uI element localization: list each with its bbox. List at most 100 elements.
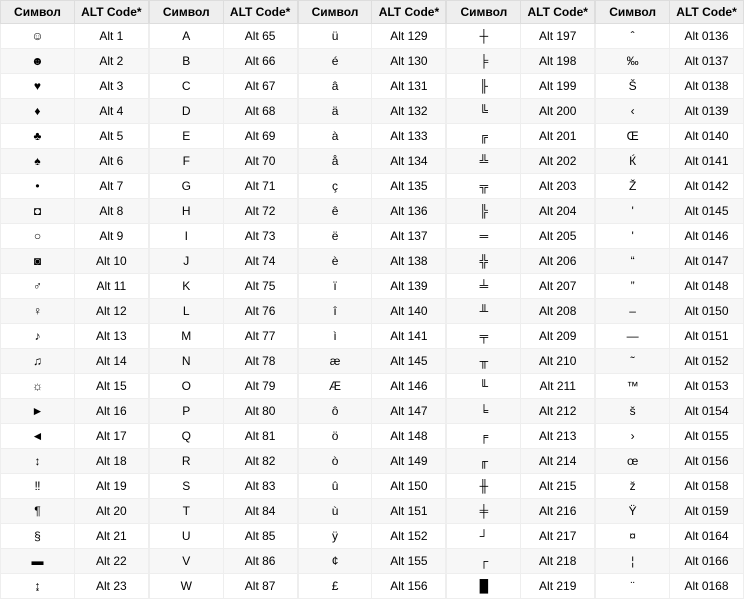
symbol-cell: █	[447, 574, 521, 599]
symbol-cell: D	[149, 99, 223, 124]
table-row: £Alt 156	[298, 574, 446, 599]
symbol-cell: ╘	[447, 399, 521, 424]
code-cell: Alt 131	[372, 74, 446, 99]
symbol-cell: ╤	[447, 324, 521, 349]
table-row: üAlt 129	[298, 24, 446, 49]
code-cell: Alt 21	[74, 524, 148, 549]
table-row: ◙Alt 10	[1, 249, 149, 274]
symbol-cell: ÿ	[298, 524, 372, 549]
code-cell: Alt 12	[74, 299, 148, 324]
table-row: žAlt 0158	[596, 474, 744, 499]
table-row: ♥Alt 3	[1, 74, 149, 99]
table-row: OAlt 79	[149, 374, 297, 399]
symbol-cell: ♠	[1, 149, 75, 174]
code-cell: Alt 81	[223, 424, 297, 449]
symbol-cell: §	[1, 524, 75, 549]
code-cell: Alt 68	[223, 99, 297, 124]
code-cell: Alt 219	[521, 574, 595, 599]
table-row: ☻Alt 2	[1, 49, 149, 74]
symbol-cell: ¦	[596, 549, 670, 574]
table-row: ›Alt 0155	[596, 424, 744, 449]
column-block-2: Символ ALT Code* AAlt 65BAlt 66CAlt 67DA…	[149, 0, 298, 599]
table-row: ЌAlt 0141	[596, 149, 744, 174]
table-row: ╦Alt 203	[447, 174, 595, 199]
code-cell: Alt 149	[372, 449, 446, 474]
table-row: ûAlt 150	[298, 474, 446, 499]
symbol-cell: S	[149, 474, 223, 499]
table-row: UAlt 85	[149, 524, 297, 549]
column-block-5: Символ ALT Code* ˆAlt 0136‰Alt 0137ŠAlt …	[595, 0, 744, 599]
symbol-cell: Š	[596, 74, 670, 99]
column-block-1: Символ ALT Code* ☺Alt 1☻Alt 2♥Alt 3♦Alt …	[0, 0, 149, 599]
code-cell: Alt 85	[223, 524, 297, 549]
table-row: MAlt 77	[149, 324, 297, 349]
code-cell: Alt 0142	[670, 174, 744, 199]
table-row: ♦Alt 4	[1, 99, 149, 124]
code-cell: Alt 130	[372, 49, 446, 74]
table-row: ™Alt 0153	[596, 374, 744, 399]
code-cell: Alt 145	[372, 349, 446, 374]
table-row: ¦Alt 0166	[596, 549, 744, 574]
table-row: ♪Alt 13	[1, 324, 149, 349]
symbol-cell: ▬	[1, 549, 75, 574]
symbol-cell: î	[298, 299, 372, 324]
code-cell: Alt 0151	[670, 324, 744, 349]
symbol-cell: ù	[298, 499, 372, 524]
table-row: æAlt 145	[298, 349, 446, 374]
symbol-cell: ♪	[1, 324, 75, 349]
table-row: CAlt 67	[149, 74, 297, 99]
table-row: ÆAlt 146	[298, 374, 446, 399]
table-row: ╪Alt 216	[447, 499, 595, 524]
table-row: NAlt 78	[149, 349, 297, 374]
code-cell: Alt 86	[223, 549, 297, 574]
table-row: 'Alt 0145	[596, 199, 744, 224]
table-row: ¤Alt 0164	[596, 524, 744, 549]
symbol-cell: ï	[298, 274, 372, 299]
symbol-cell: ↨	[1, 574, 75, 599]
code-cell: Alt 136	[372, 199, 446, 224]
header-symbol: Символ	[447, 1, 521, 24]
table-row: ╤Alt 209	[447, 324, 595, 349]
symbol-cell: W	[149, 574, 223, 599]
symbol-cell: ¨	[596, 574, 670, 599]
table-row: RAlt 82	[149, 449, 297, 474]
code-cell: Alt 197	[521, 24, 595, 49]
code-cell: Alt 203	[521, 174, 595, 199]
column-block-3: Символ ALT Code* üAlt 129éAlt 130âAlt 13…	[298, 0, 447, 599]
table-row: BAlt 66	[149, 49, 297, 74]
symbol-cell: š	[596, 399, 670, 424]
table-row: ◘Alt 8	[1, 199, 149, 224]
code-cell: Alt 15	[74, 374, 148, 399]
table-row: ╞Alt 198	[447, 49, 595, 74]
symbol-cell: ╓	[447, 449, 521, 474]
symbol-cell: E	[149, 124, 223, 149]
table-row: îAlt 140	[298, 299, 446, 324]
code-cell: Alt 2	[74, 49, 148, 74]
symbol-cell: ┘	[447, 524, 521, 549]
code-cell: Alt 213	[521, 424, 595, 449]
code-cell: Alt 199	[521, 74, 595, 99]
symbol-cell: ô	[298, 399, 372, 424]
code-cell: Alt 0158	[670, 474, 744, 499]
code-cell: Alt 18	[74, 449, 148, 474]
table-row: ╟Alt 199	[447, 74, 595, 99]
code-cell: Alt 132	[372, 99, 446, 124]
code-cell: Alt 75	[223, 274, 297, 299]
symbol-cell: ♫	[1, 349, 75, 374]
code-cell: Alt 0141	[670, 149, 744, 174]
header-code: ALT Code*	[521, 1, 595, 24]
table-row: ŒAlt 0140	[596, 124, 744, 149]
symbol-cell: û	[298, 474, 372, 499]
code-cell: Alt 0152	[670, 349, 744, 374]
code-cell: Alt 129	[372, 24, 446, 49]
table-row: ╬Alt 206	[447, 249, 595, 274]
code-cell: Alt 9	[74, 224, 148, 249]
table-row: ╒Alt 213	[447, 424, 595, 449]
code-cell: Alt 67	[223, 74, 297, 99]
symbol-cell: ┼	[447, 24, 521, 49]
code-cell: Alt 0156	[670, 449, 744, 474]
header-symbol: Символ	[149, 1, 223, 24]
code-cell: Alt 134	[372, 149, 446, 174]
code-cell: Alt 7	[74, 174, 148, 199]
table-row: ŠAlt 0138	[596, 74, 744, 99]
